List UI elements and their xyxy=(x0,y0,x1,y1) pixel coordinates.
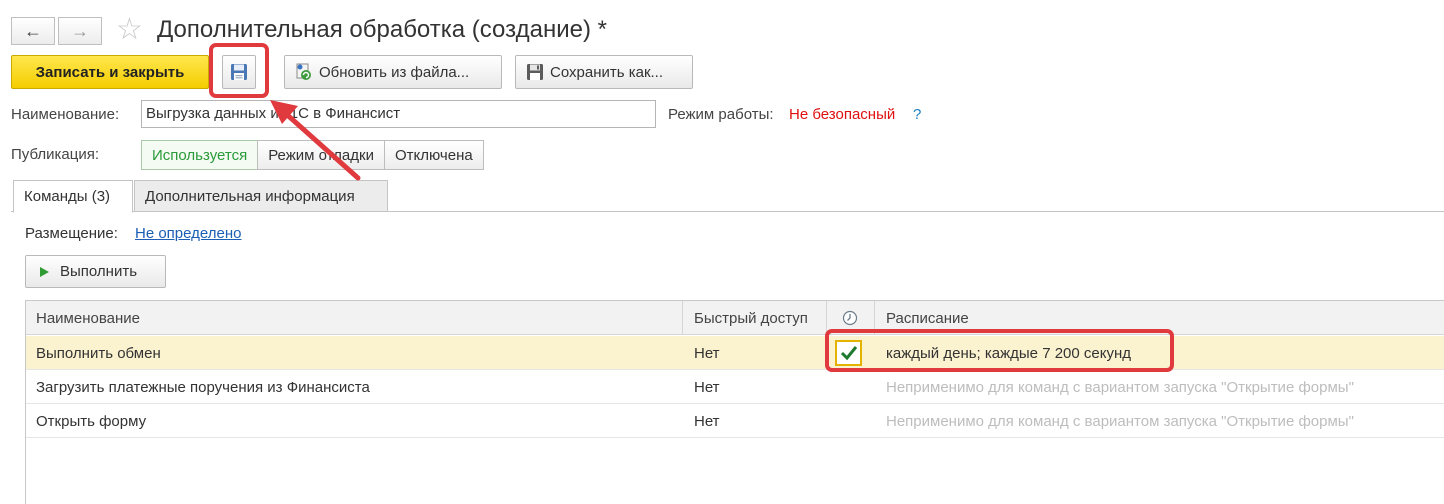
schedule-value: Неприменимо для команд с вариантом запус… xyxy=(886,378,1354,396)
clock-icon xyxy=(842,310,858,326)
column-header-name[interactable]: Наименование xyxy=(26,301,682,335)
play-icon xyxy=(40,266,49,277)
table-row[interactable]: Открыть форму Нет Неприменимо для команд… xyxy=(26,404,1444,438)
schedule-value: Неприменимо для команд с вариантом запус… xyxy=(886,412,1354,430)
table-row[interactable]: Загрузить платежные поручения из Финанси… xyxy=(26,370,1444,404)
save-as-button[interactable]: Сохранить как... xyxy=(515,55,693,89)
run-button[interactable]: Выполнить xyxy=(25,255,166,288)
column-header-quick-access[interactable]: Быстрый доступ xyxy=(684,301,826,335)
placement-label: Размещение: xyxy=(25,225,118,242)
quick-access-value: Нет xyxy=(694,378,720,396)
window-title: Дополнительная обработка (создание) * xyxy=(157,16,607,43)
command-name: Открыть форму xyxy=(36,412,147,430)
placement-link[interactable]: Не определено xyxy=(135,225,241,242)
star-icon[interactable]: ☆ xyxy=(116,12,143,48)
annotation-arrow-icon xyxy=(270,100,361,181)
publication-label: Публикация: xyxy=(11,146,99,163)
schedule-highlight xyxy=(825,329,1174,372)
update-from-file-icon xyxy=(296,63,311,80)
name-field[interactable]: Выгрузка данных из 1С в Финансист xyxy=(141,100,656,128)
mode-value: Не безопасный xyxy=(789,106,896,123)
arrow-right-icon: → xyxy=(71,20,89,41)
quick-access-value: Нет xyxy=(694,412,720,430)
update-from-file-label: Обновить из файла... xyxy=(319,63,470,81)
tab-commands[interactable]: Команды (3) xyxy=(13,180,133,213)
save-and-close-label: Записать и закрыть xyxy=(35,63,185,81)
save-as-icon xyxy=(527,64,543,80)
name-label: Наименование: xyxy=(11,106,120,123)
table-row[interactable]: Выполнить обмен Нет каждый день; каждые … xyxy=(26,336,1444,370)
update-from-file-button[interactable]: Обновить из файла... xyxy=(284,55,502,89)
forward-button[interactable]: → xyxy=(58,17,102,45)
arrow-left-icon: ← xyxy=(24,20,42,41)
publication-option-disabled[interactable]: Отключена xyxy=(383,140,484,170)
publication-option-used[interactable]: Используется xyxy=(141,140,259,170)
command-name: Выполнить обмен xyxy=(36,344,161,362)
mode-label: Режим работы: xyxy=(668,106,774,123)
commands-table: Наименование Быстрый доступ Расписание В… xyxy=(25,300,1444,504)
mode-help-link[interactable]: ? xyxy=(913,106,921,123)
table-header: Наименование Быстрый доступ Расписание xyxy=(26,301,1444,335)
run-label: Выполнить xyxy=(60,263,138,280)
save-as-label: Сохранить как... xyxy=(550,63,664,81)
save-and-close-button[interactable]: Записать и закрыть xyxy=(11,55,209,89)
quick-access-value: Нет xyxy=(694,344,720,362)
back-button[interactable]: ← xyxy=(11,17,55,45)
command-name: Загрузить платежные поручения из Финанси… xyxy=(36,378,370,396)
